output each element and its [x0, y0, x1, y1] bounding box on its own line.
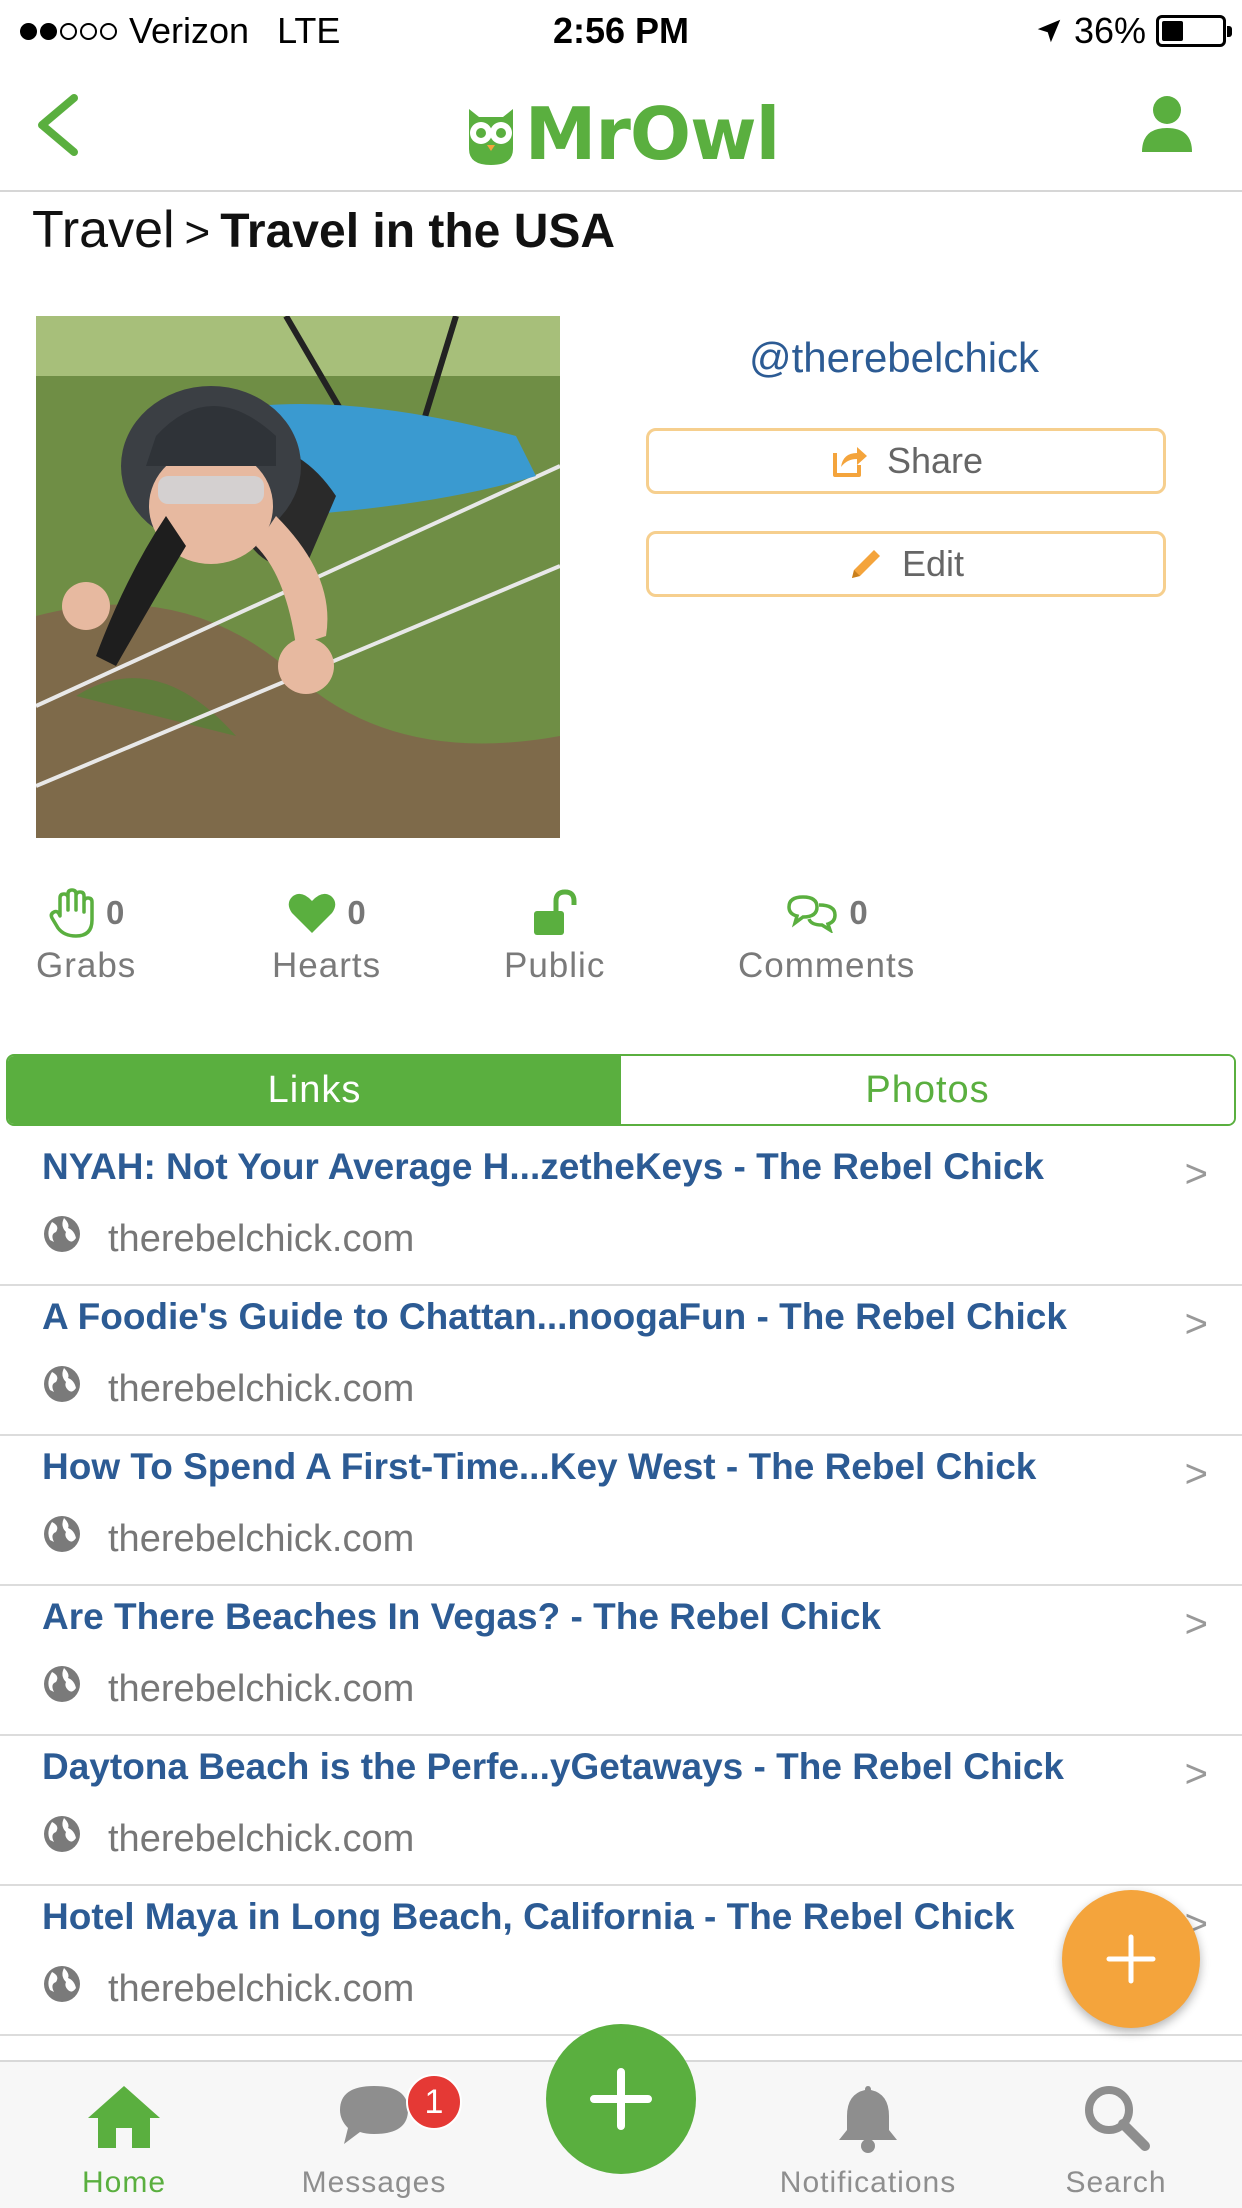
hearts-count: 0 — [347, 894, 366, 931]
link-domain: therebelchick.com — [108, 1218, 415, 1260]
pencil-icon — [851, 550, 880, 578]
status-bar: Verizon LTE 2:56 PM 36% — [0, 0, 1242, 62]
stat-grabs[interactable]: 0 Grabs — [36, 884, 136, 986]
list-item[interactable]: NYAH: Not Your Average H...zetheKeys - T… — [0, 1136, 1242, 1286]
link-domain: therebelchick.com — [108, 1518, 415, 1560]
link-title[interactable]: Hotel Maya in Long Beach, California - T… — [42, 1896, 1142, 1938]
tab-search-label: Search — [1065, 2166, 1167, 2199]
plus-icon — [1106, 1934, 1156, 1984]
share-icon — [832, 447, 867, 477]
tab-home-label: Home — [81, 2166, 167, 2199]
comments-count: 0 — [849, 894, 868, 931]
chevron-right-icon: > — [1184, 1752, 1208, 1796]
comments-icon — [787, 895, 838, 933]
tab-notifications[interactable]: Notifications — [758, 2062, 978, 2208]
stat-hearts[interactable]: 0 Hearts — [272, 884, 381, 986]
add-post-button[interactable] — [546, 2024, 696, 2174]
nav-bar: MrOwl — [0, 62, 1242, 192]
plus-icon — [590, 2068, 652, 2130]
link-title[interactable]: A Foodie's Guide to Chattan...noogaFun -… — [42, 1296, 1142, 1338]
chat-bubble-icon — [340, 2086, 408, 2144]
link-title[interactable]: How To Spend A First-Time...Key West - T… — [42, 1446, 1142, 1488]
tab-home[interactable]: Home — [14, 2062, 234, 2208]
link-domain: therebelchick.com — [108, 1368, 415, 1410]
comments-label: Comments — [738, 946, 916, 985]
chevron-right-icon: > — [1184, 1602, 1208, 1646]
battery-fill — [1162, 21, 1183, 41]
link-title[interactable]: Daytona Beach is the Perfe...yGetaways -… — [42, 1746, 1142, 1788]
tab-links[interactable]: Links — [8, 1056, 621, 1124]
owl-logo-icon — [468, 109, 513, 165]
tab-photos[interactable]: Photos — [621, 1056, 1234, 1124]
list-item[interactable]: Are There Beaches In Vegas? - The Rebel … — [0, 1586, 1242, 1736]
globe-icon — [44, 1516, 80, 1552]
hearts-label: Hearts — [272, 946, 382, 985]
location-arrow-icon — [1037, 19, 1061, 43]
search-icon — [1085, 2086, 1150, 2151]
profile-photo-image — [36, 316, 560, 838]
globe-icon — [44, 1966, 80, 2002]
user-icon[interactable] — [1140, 94, 1194, 154]
globe-icon — [44, 1816, 80, 1852]
visibility-label: Public — [504, 946, 606, 985]
profile-photo[interactable] — [36, 316, 560, 838]
battery-percent: 36% — [1073, 10, 1146, 51]
globe-icon — [44, 1366, 80, 1402]
list-item[interactable]: How To Spend A First-Time...Key West - T… — [0, 1436, 1242, 1586]
link-title[interactable]: NYAH: Not Your Average H...zetheKeys - T… — [42, 1146, 1142, 1188]
tab-notifications-label: Notifications — [779, 2166, 957, 2199]
edit-label: Edit — [901, 543, 965, 584]
list-item[interactable]: Hotel Maya in Long Beach, California - T… — [0, 1886, 1242, 2036]
list-item[interactable]: A Foodie's Guide to Chattan...noogaFun -… — [0, 1286, 1242, 1436]
chevron-right-icon: > — [1184, 1152, 1208, 1196]
link-domain: therebelchick.com — [108, 1968, 415, 2010]
tab-messages-label: Messages — [301, 2166, 447, 2199]
stat-comments[interactable]: 0 Comments — [738, 884, 915, 986]
breadcrumb-current: Travel in the USA — [220, 205, 616, 258]
share-label: Share — [886, 440, 984, 481]
link-domain: therebelchick.com — [108, 1818, 415, 1860]
share-button[interactable]: Share — [646, 428, 1166, 494]
chevron-right-icon: > — [1184, 1302, 1208, 1346]
breadcrumb: Travel > Travel in the USA — [32, 200, 615, 260]
messages-badge: 1 — [406, 2074, 462, 2130]
bell-icon — [839, 2086, 897, 2153]
link-domain: therebelchick.com — [108, 1668, 415, 1710]
link-title[interactable]: Are There Beaches In Vegas? - The Rebel … — [42, 1596, 1142, 1638]
edit-button[interactable]: Edit — [646, 531, 1166, 597]
add-link-fab[interactable] — [1062, 1890, 1200, 2028]
battery-icon — [1156, 15, 1232, 47]
segmented-tabs: Links Photos — [6, 1054, 1236, 1126]
status-right: 36% — [1034, 10, 1232, 52]
unlock-icon — [533, 889, 577, 935]
heart-icon — [289, 893, 336, 933]
logo-text: MrOwl — [524, 92, 781, 176]
app-logo: MrOwl — [0, 92, 1242, 176]
breadcrumb-separator: > — [184, 208, 211, 257]
globe-icon — [44, 1666, 80, 1702]
stat-visibility[interactable]: Public — [504, 884, 605, 986]
list-item[interactable]: Daytona Beach is the Perfe...yGetaways -… — [0, 1736, 1242, 1886]
breadcrumb-parent[interactable]: Travel — [32, 200, 175, 260]
grabs-count: 0 — [105, 894, 125, 931]
chevron-right-icon: > — [1184, 1452, 1208, 1496]
links-list: NYAH: Not Your Average H...zetheKeys - T… — [0, 1136, 1242, 2036]
globe-icon — [44, 1216, 80, 1252]
home-icon — [88, 2086, 160, 2148]
username-link[interactable]: @therebelchick — [646, 334, 1142, 382]
grabs-label: Grabs — [36, 946, 137, 985]
tab-search[interactable]: Search — [1006, 2062, 1226, 2208]
hand-grab-icon — [49, 888, 94, 938]
